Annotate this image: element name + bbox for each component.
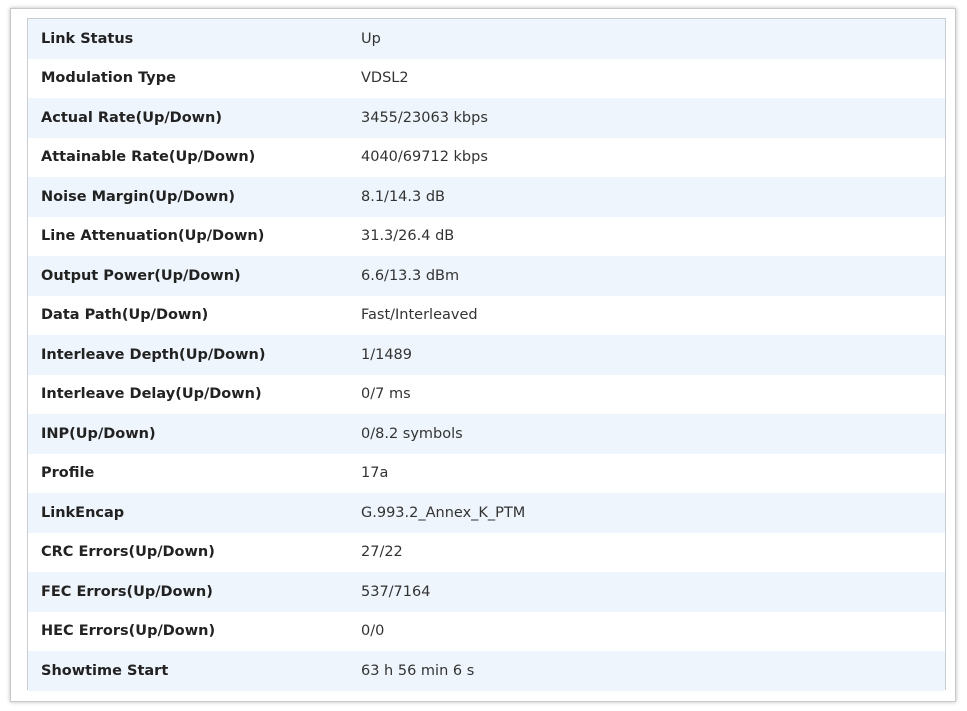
row-value-link-encap: G.993.2_Annex_K_PTM [361,504,526,521]
table-row: Showtime Start 63 h 56 min 6 s [28,651,945,691]
row-label-actual-rate: Actual Rate(Up/Down) [41,109,223,126]
table-row: CRC Errors(Up/Down) 27/22 [28,532,945,572]
row-value-output-power: 6.6/13.3 dBm [361,267,460,284]
table-row: Line Attenuation(Up/Down) 31.3/26.4 dB [28,216,945,256]
table-row: FEC Errors(Up/Down) 537/7164 [28,572,945,612]
table-row: LinkEncap G.993.2_Annex_K_PTM [28,493,945,533]
row-label-interleave-depth: Interleave Depth(Up/Down) [41,346,266,363]
table-row: Data Path(Up/Down) Fast/Interleaved [28,295,945,335]
dsl-status-window: Link Status Up Modulation Type VDSL2 Act… [10,8,956,702]
row-value-modulation-type: VDSL2 [361,70,409,87]
row-label-inp: INP(Up/Down) [41,425,156,442]
row-value-actual-rate: 3455/23063 kbps [361,109,488,126]
table-row: Interleave Delay(Up/Down) 0/7 ms [28,374,945,414]
row-value-line-attenuation: 31.3/26.4 dB [361,228,455,245]
row-value-showtime-start: 63 h 56 min 6 s [361,662,475,679]
row-label-attainable-rate: Attainable Rate(Up/Down) [41,149,256,166]
row-label-modulation-type: Modulation Type [41,70,176,87]
row-label-crc-errors: CRC Errors(Up/Down) [41,544,215,561]
table-row: HEC Errors(Up/Down) 0/0 [28,611,945,651]
row-label-fec-errors: FEC Errors(Up/Down) [41,583,213,600]
row-label-output-power: Output Power(Up/Down) [41,267,241,284]
row-value-crc-errors: 27/22 [361,544,403,561]
table-row: Interleave Depth(Up/Down) 1/1489 [28,335,945,375]
row-value-interleave-depth: 1/1489 [361,346,413,363]
table-row: INP(Up/Down) 0/8.2 symbols [28,414,945,454]
row-label-link-status: Link Status [41,30,134,47]
row-label-link-encap: LinkEncap [41,504,125,521]
table-row: Link Status Up [28,19,945,59]
row-value-attainable-rate: 4040/69712 kbps [361,149,488,166]
dsl-status-panel: Link Status Up Modulation Type VDSL2 Act… [27,18,946,691]
row-label-showtime-start: Showtime Start [41,662,169,679]
row-value-hec-errors: 0/0 [361,623,385,640]
row-value-data-path: Fast/Interleaved [361,307,478,324]
row-label-hec-errors: HEC Errors(Up/Down) [41,623,216,640]
table-row: Actual Rate(Up/Down) 3455/23063 kbps [28,98,945,138]
row-value-noise-margin: 8.1/14.3 dB [361,188,445,205]
row-value-inp: 0/8.2 symbols [361,425,463,442]
table-row: Attainable Rate(Up/Down) 4040/69712 kbps [28,137,945,177]
table-row: Noise Margin(Up/Down) 8.1/14.3 dB [28,177,945,217]
row-label-interleave-delay: Interleave Delay(Up/Down) [41,386,262,403]
row-value-fec-errors: 537/7164 [361,583,431,600]
row-label-data-path: Data Path(Up/Down) [41,307,209,324]
dsl-status-table: Link Status Up Modulation Type VDSL2 Act… [28,19,945,691]
row-label-profile: Profile [41,465,95,482]
table-row: Profile 17a [28,453,945,493]
row-value-profile: 17a [361,465,389,482]
row-value-interleave-delay: 0/7 ms [361,386,411,403]
row-value-link-status: Up [361,30,381,47]
table-row: Output Power(Up/Down) 6.6/13.3 dBm [28,256,945,296]
row-label-noise-margin: Noise Margin(Up/Down) [41,188,236,205]
row-label-line-attenuation: Line Attenuation(Up/Down) [41,228,265,245]
table-row: Modulation Type VDSL2 [28,58,945,98]
